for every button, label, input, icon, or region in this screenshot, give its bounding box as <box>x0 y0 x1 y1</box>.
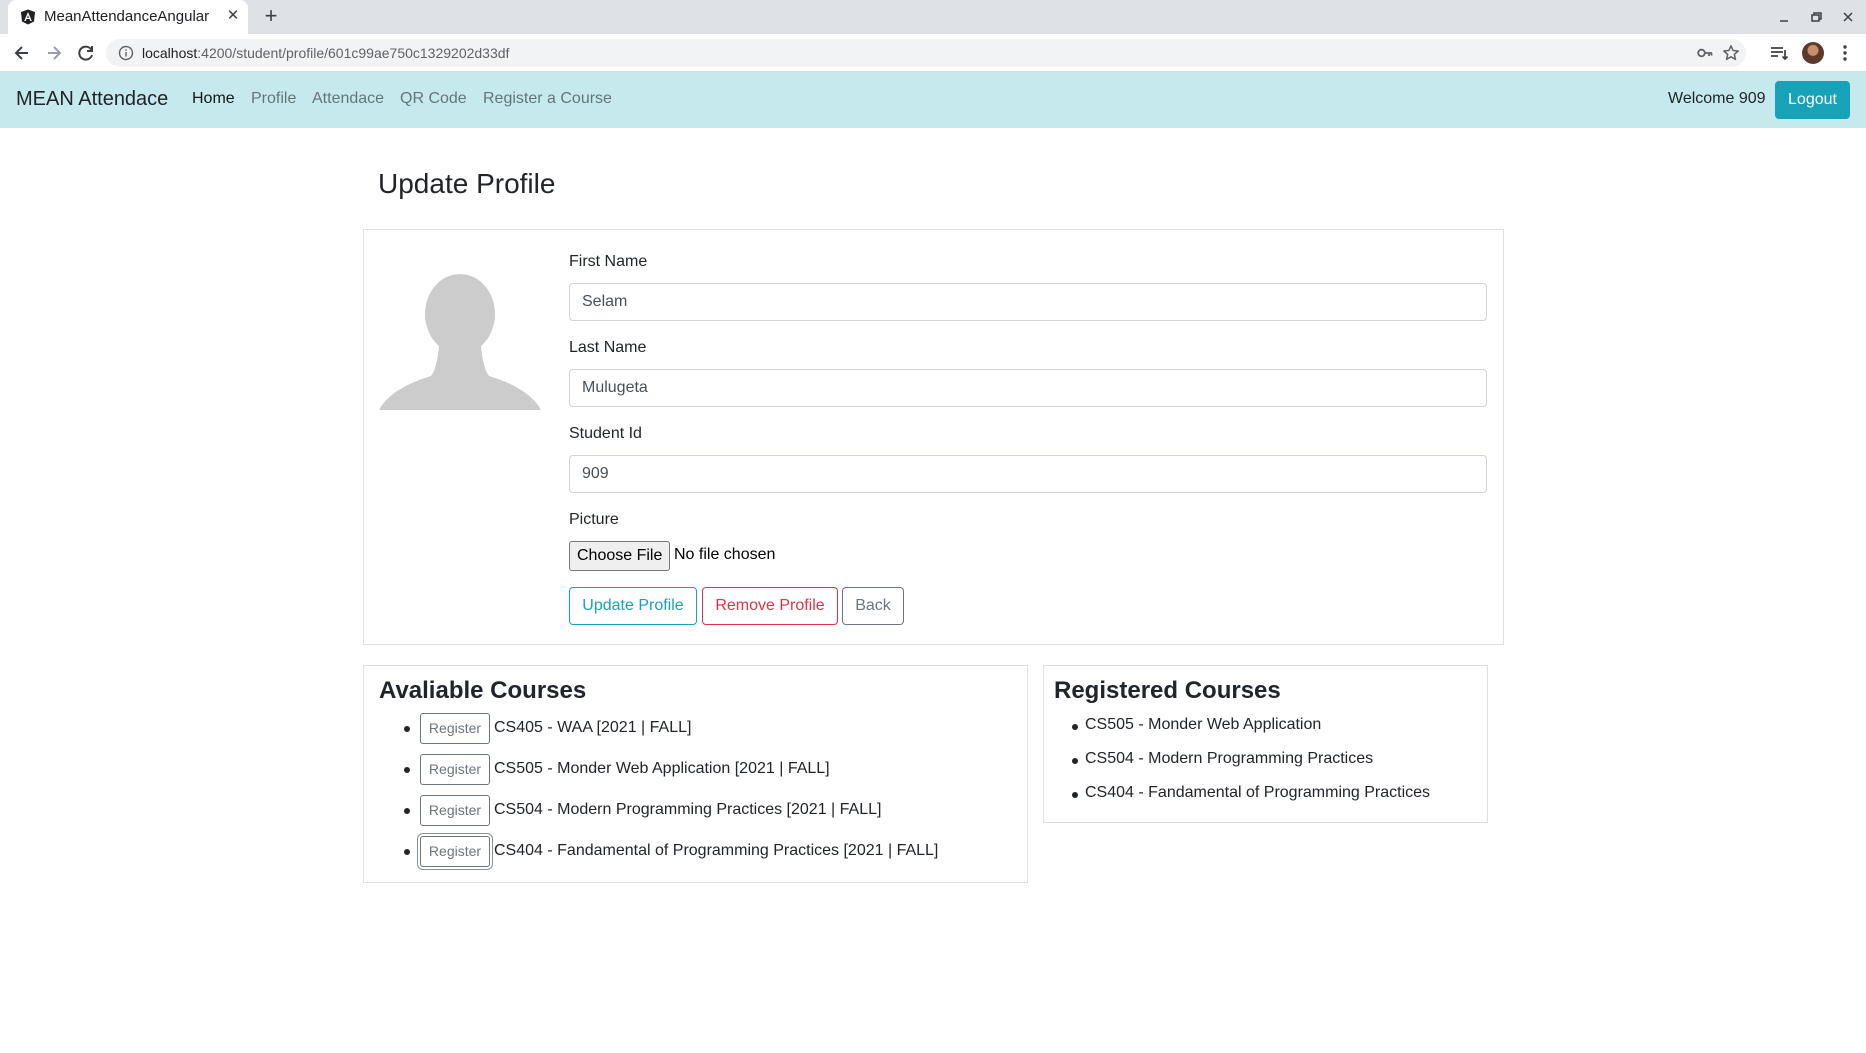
bullet <box>1072 792 1078 798</box>
bullet <box>404 849 410 855</box>
registered-course-name: CS504 - Modern Programming Practices <box>1085 750 1374 767</box>
nav-register-course[interactable]: Register a Course <box>483 90 612 108</box>
registered-courses-title: Registered Courses <box>1054 677 1281 704</box>
bullet <box>1072 758 1078 764</box>
reload-icon[interactable] <box>72 39 100 67</box>
close-tab-icon[interactable]: ✕ <box>224 7 242 25</box>
register-button[interactable]: Register <box>420 754 490 785</box>
first-name-input[interactable] <box>569 283 1487 321</box>
list-item: Register CS505 - Monder Web Application … <box>364 754 1004 786</box>
student-id-label: Student Id <box>569 425 642 442</box>
course-name: CS504 - Modern Programming Practices [20… <box>494 801 882 818</box>
list-item: Register CS504 - Modern Programming Prac… <box>364 795 1004 827</box>
course-name: CS405 - WAA [2021 | FALL] <box>494 719 692 736</box>
user-avatar-icon[interactable] <box>1802 42 1824 64</box>
nav-profile[interactable]: Profile <box>251 90 296 108</box>
restore-icon[interactable] <box>1804 5 1828 29</box>
available-courses-title: Avaliable Courses <box>379 677 587 704</box>
first-name-label: First Name <box>569 253 648 270</box>
register-button[interactable]: Register <box>420 836 490 867</box>
bullet <box>1072 724 1078 730</box>
more-menu-icon[interactable] <box>1834 42 1856 64</box>
course-name: CS404 - Fandamental of Programming Pract… <box>494 842 939 859</box>
angular-icon <box>21 9 35 25</box>
back-button[interactable]: Back <box>842 587 904 625</box>
list-item: CS504 - Modern Programming Practices <box>1044 750 1464 774</box>
minimize-icon[interactable] <box>1772 5 1796 29</box>
course-name: CS505 - Monder Web Application [2021 | F… <box>494 760 830 777</box>
nav-qr-code[interactable]: QR Code <box>400 90 467 108</box>
file-status-text: No file chosen <box>674 546 776 563</box>
student-id-input[interactable] <box>569 455 1487 493</box>
bullet <box>404 726 410 732</box>
bullet <box>404 767 410 773</box>
profile-card: First Name Last Name Student Id Picture … <box>363 229 1504 645</box>
welcome-text: Welcome 909 <box>1668 90 1766 107</box>
remove-profile-button[interactable]: Remove Profile <box>702 587 838 625</box>
new-tab-icon[interactable]: + <box>258 4 284 30</box>
page-title: Update Profile <box>378 168 556 199</box>
url-text[interactable]: localhost:4200/student/profile/601c99ae7… <box>142 45 509 61</box>
register-button[interactable]: Register <box>420 795 490 826</box>
picture-label: Picture <box>569 511 619 528</box>
last-name-input[interactable] <box>569 369 1487 407</box>
registered-course-name: CS404 - Fandamental of Programming Pract… <box>1085 784 1431 801</box>
nav-attendace[interactable]: Attendace <box>312 90 384 108</box>
logout-button[interactable]: Logout <box>1775 81 1850 119</box>
bookmark-star-icon[interactable] <box>1722 44 1740 62</box>
tab-title: MeanAttendanceAngular <box>44 8 210 25</box>
app-navbar: MEAN Attendace Home Profile Attendace QR… <box>0 72 1866 128</box>
last-name-label: Last Name <box>569 339 647 356</box>
browser-tab[interactable]: MeanAttendanceAngular ✕ <box>8 0 248 34</box>
reading-list-icon[interactable] <box>1768 42 1790 64</box>
profile-placeholder-icon <box>379 274 541 410</box>
address-bar[interactable]: localhost:4200/student/profile/601c99ae7… <box>106 39 1746 67</box>
list-item: CS505 - Monder Web Application <box>1044 716 1464 740</box>
list-item: Register CS404 - Fandamental of Programm… <box>364 836 1004 868</box>
close-window-icon[interactable] <box>1836 5 1860 29</box>
update-profile-button[interactable]: Update Profile <box>569 587 697 625</box>
navbar-brand[interactable]: MEAN Attendace <box>16 88 168 111</box>
register-button[interactable]: Register <box>420 713 490 744</box>
site-info-icon[interactable] <box>118 45 134 61</box>
list-item: Register CS405 - WAA [2021 | FALL] <box>364 713 1004 745</box>
browser-toolbar: localhost:4200/student/profile/601c99ae7… <box>0 34 1866 72</box>
choose-file-button[interactable]: Choose File <box>569 541 671 571</box>
registered-course-name: CS505 - Monder Web Application <box>1085 716 1322 733</box>
forward-arrow-icon[interactable] <box>40 39 68 67</box>
browser-tab-strip: MeanAttendanceAngular ✕ + <box>0 0 1866 34</box>
key-icon[interactable] <box>1696 44 1714 62</box>
registered-courses-card: Registered Courses CS505 - Monder Web Ap… <box>1043 665 1488 823</box>
available-courses-card: Avaliable Courses Register CS405 - WAA [… <box>363 665 1028 883</box>
nav-home[interactable]: Home <box>192 90 235 108</box>
bullet <box>404 808 410 814</box>
back-arrow-icon[interactable] <box>8 39 36 67</box>
list-item: CS404 - Fandamental of Programming Pract… <box>1044 784 1464 808</box>
